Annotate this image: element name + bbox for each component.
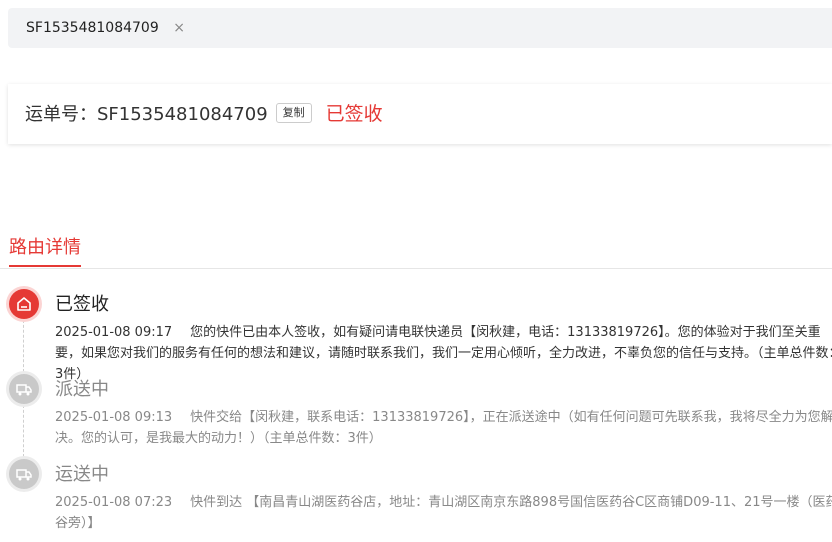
waybill-line: 运单号：SF1535481084709 复制 已签收 — [25, 84, 383, 144]
event-time: 2025-01-08 09:17 — [55, 325, 173, 340]
home-icon — [9, 289, 39, 319]
copy-button[interactable]: 复制 — [275, 103, 312, 123]
transport-truck-icon — [9, 459, 39, 489]
event-detail: 2025-01-08 09:13 快件交给【闵秋建，联系电话：1313381972… — [55, 407, 832, 449]
event-status: 派送中 — [55, 379, 109, 400]
event-detail: 2025-01-08 07:23 快件到达 【南昌青山湖医药谷店，地址：青山湖区南… — [55, 492, 832, 534]
tab-waybill[interactable]: SF1535481084709 × — [26, 8, 185, 48]
route-tab-underline — [9, 265, 81, 267]
event-time: 2025-01-08 07:23 — [55, 495, 173, 510]
tab-bar: SF1535481084709 × — [8, 8, 832, 48]
event-time: 2025-01-08 09:13 — [55, 410, 173, 425]
divider — [0, 268, 832, 269]
waybill-number: SF1535481084709 — [97, 104, 268, 125]
close-icon[interactable]: × — [173, 8, 185, 48]
timeline-connector — [23, 405, 24, 457]
event-detail: 2025-01-08 09:17 您的快件已由本人签收，如有疑问请电联快递员【闵秋… — [55, 322, 832, 385]
waybill-status: 已签收 — [325, 103, 383, 125]
event-status: 运送中 — [55, 464, 109, 485]
tab-label: SF1535481084709 — [26, 20, 159, 36]
waybill-card: 运单号：SF1535481084709 复制 已签收 — [8, 84, 832, 144]
delivery-truck-icon — [9, 374, 39, 404]
waybill-label: 运单号： — [25, 104, 97, 125]
route-details-tab[interactable]: 路由详情 — [9, 233, 81, 259]
timeline-connector — [23, 320, 24, 372]
event-status: 已签收 — [55, 294, 109, 315]
